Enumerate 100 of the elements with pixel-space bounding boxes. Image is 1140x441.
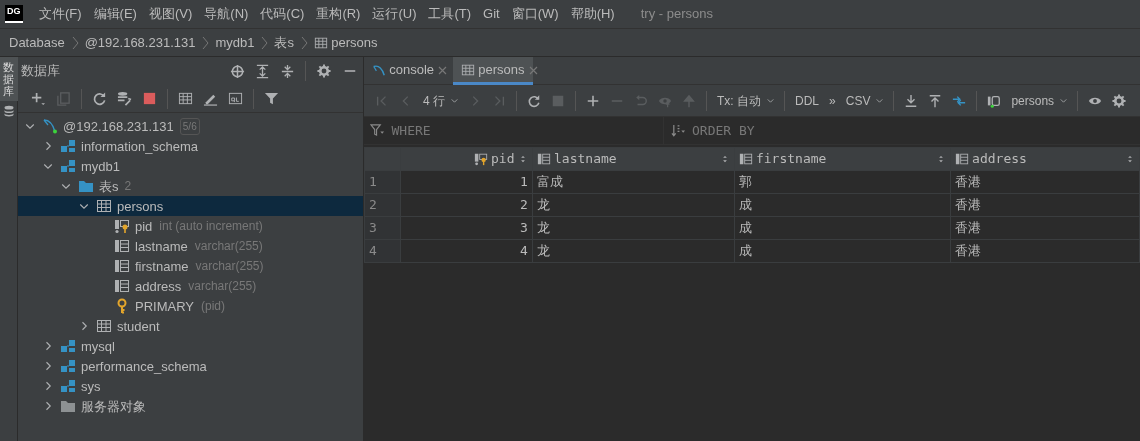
tree-item[interactable]: 服务器对象	[18, 396, 363, 417]
tree-item[interactable]: information_schema	[18, 136, 363, 157]
menu-item[interactable]: 文件(F)	[33, 4, 88, 24]
tree-item[interactable]: address varchar(255)	[18, 276, 363, 297]
filter-icon[interactable]	[264, 91, 279, 106]
close-icon[interactable]	[438, 66, 448, 75]
tree-item[interactable]: persons	[18, 196, 363, 217]
menu-item[interactable]: 代码(C)	[254, 4, 311, 24]
breadcrumb-item[interactable]: @192.168.231.131	[84, 32, 196, 53]
where-field[interactable]: WHERE	[391, 120, 431, 141]
menu-item[interactable]: 导航(N)	[198, 4, 255, 24]
tree-item[interactable]: 表s 2	[18, 176, 363, 197]
table-cell[interactable]: 1	[400, 170, 533, 194]
table-cell[interactable]: 龙	[532, 239, 735, 263]
schema-icon	[60, 138, 76, 155]
item-detail: (pid)	[201, 298, 225, 316]
close-icon[interactable]	[528, 66, 538, 75]
table-cell[interactable]: 成	[734, 193, 951, 217]
column-header[interactable]: pid	[400, 147, 533, 171]
tree-item[interactable]: mysql	[18, 336, 363, 357]
toolbar-dropdown[interactable]: CSV	[840, 91, 876, 110]
tree-item[interactable]: sys	[18, 376, 363, 397]
settings-icon[interactable]	[317, 64, 331, 78]
table-cell[interactable]: 香港	[950, 216, 1140, 240]
menu-item[interactable]: 编辑(E)	[87, 4, 143, 24]
item-detail: varchar(255)	[195, 258, 264, 276]
breadcrumb-item[interactable]: persons	[314, 32, 378, 53]
column-header[interactable]: firstname	[734, 147, 951, 171]
toolbar-dropdown[interactable]: Tx: 自动	[712, 91, 766, 110]
target-icon[interactable]	[230, 63, 245, 79]
app-logo: DG	[5, 5, 23, 23]
menu-item[interactable]: 视图(V)	[142, 4, 199, 24]
table-icon	[96, 318, 112, 335]
tree-item[interactable]: pid int (auto increment)	[18, 216, 363, 237]
database-icon[interactable]	[2, 104, 15, 119]
editor-tab[interactable]: persons	[453, 57, 533, 85]
refresh-icon[interactable]	[92, 91, 107, 106]
download-icon[interactable]	[904, 93, 919, 108]
settings-icon[interactable]	[1112, 93, 1127, 108]
tree-item[interactable]: mydb1	[18, 156, 363, 177]
editor-tab[interactable]: console	[364, 57, 443, 85]
table-cell[interactable]: 2	[400, 193, 533, 217]
tree-item[interactable]: PRIMARY (pid)	[18, 296, 363, 317]
order-by-field[interactable]: ORDER BY	[692, 120, 755, 141]
table-cell[interactable]: 郭	[734, 170, 951, 194]
caret-icon[interactable]	[450, 96, 459, 105]
table-icon[interactable]	[178, 91, 193, 106]
item-label: 服务器对象	[81, 397, 146, 416]
compare-icon[interactable]	[952, 93, 967, 108]
toolbar-more-button[interactable]: »	[824, 91, 841, 110]
tree-item[interactable]: performance_schema	[18, 356, 363, 377]
add-row-icon[interactable]	[586, 93, 600, 108]
breadcrumb-item[interactable]: 表s	[274, 32, 294, 53]
table-cell[interactable]: 富成	[532, 170, 735, 194]
refresh-icon[interactable]	[527, 93, 541, 108]
column-header[interactable]: lastname	[532, 147, 735, 171]
table-cell[interactable]: 成	[734, 216, 951, 240]
table-cell[interactable]: 成	[734, 239, 951, 263]
sort-icon[interactable]	[1125, 153, 1135, 165]
collapse-all-icon[interactable]	[280, 63, 295, 79]
expand-all-icon[interactable]	[255, 63, 270, 79]
toolbar-dropdown[interactable]: persons	[1006, 91, 1060, 110]
upload-icon[interactable]	[928, 93, 943, 108]
table-cell[interactable]: 龙	[532, 216, 735, 240]
column-icon	[536, 152, 551, 166]
table-cell[interactable]: 香港	[950, 193, 1140, 217]
item-label: student	[117, 317, 160, 336]
breadcrumb-item[interactable]: Database	[9, 32, 65, 53]
stop-icon[interactable]	[142, 91, 157, 106]
menu-item[interactable]: 窗口(W)	[505, 4, 565, 24]
menu-item[interactable]: 运行(U)	[366, 4, 423, 24]
table-cell[interactable]: 香港	[950, 170, 1140, 194]
toolbar-button[interactable]: DDL	[790, 91, 825, 110]
menu-item[interactable]: 帮助(H)	[564, 4, 621, 24]
tree-item[interactable]: student	[18, 316, 363, 337]
tree-item[interactable]: lastname varchar(255)	[18, 236, 363, 257]
table-cell[interactable]: 龙	[532, 193, 735, 217]
item-count: 2	[124, 178, 132, 196]
plug-icon[interactable]	[987, 93, 1002, 108]
menu-item[interactable]: 重构(R)	[310, 4, 367, 24]
table-cell[interactable]: 香港	[950, 239, 1140, 263]
table-cell[interactable]: 3	[400, 216, 533, 240]
column-header[interactable]: address	[950, 147, 1140, 171]
tree-item[interactable]: firstname varchar(255)	[18, 256, 363, 277]
menu-item[interactable]: 工具(T)	[422, 4, 478, 24]
caret-icon[interactable]	[1059, 96, 1069, 105]
database-wrench-icon[interactable]	[117, 91, 132, 106]
sort-icon[interactable]	[670, 123, 686, 138]
console-icon[interactable]	[228, 91, 243, 106]
toolbar-dropdown[interactable]: 4 行	[418, 91, 450, 110]
breadcrumb-item[interactable]: mydb1	[215, 32, 255, 53]
caret-icon[interactable]	[875, 96, 885, 105]
filter-icon[interactable]	[370, 123, 385, 138]
add-icon[interactable]	[31, 91, 46, 106]
folder-icon	[60, 398, 76, 415]
caret-icon[interactable]	[766, 96, 775, 105]
side-tab[interactable]: 数据库	[0, 57, 18, 102]
table-cell[interactable]: 4	[400, 239, 533, 263]
menu-item[interactable]: Git	[477, 4, 506, 24]
item-label: firstname	[135, 257, 189, 276]
